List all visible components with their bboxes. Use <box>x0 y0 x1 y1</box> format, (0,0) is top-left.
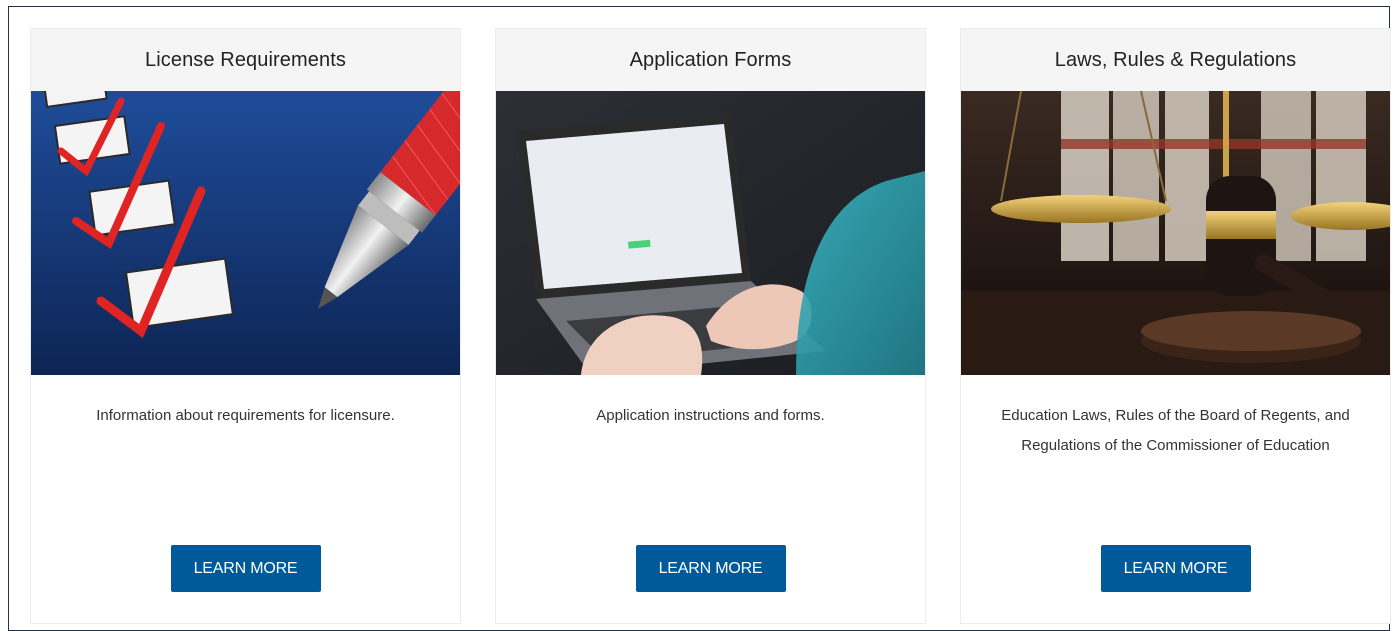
gavel-scales-image <box>961 91 1390 375</box>
card-title: License Requirements <box>31 29 460 91</box>
card-laws-rules-regulations: Laws, Rules & Regulations Education Laws… <box>960 28 1391 624</box>
learn-more-button[interactable]: LEARN MORE <box>1100 545 1251 592</box>
learn-more-button[interactable]: LEARN MORE <box>635 545 786 592</box>
laptop-typing-image <box>496 91 925 375</box>
card-title: Application Forms <box>496 29 925 91</box>
card-description: Application instructions and forms. <box>596 407 825 424</box>
card-title: Laws, Rules & Regulations <box>961 29 1390 91</box>
learn-more-button[interactable]: LEARN MORE <box>170 545 321 592</box>
card-application-forms: Application Forms Application instructio… <box>495 28 926 624</box>
card-license-requirements: License Requirements Information about r… <box>30 28 461 624</box>
card-description: Information about requirements for licen… <box>96 407 395 424</box>
card-description: Education Laws, Rules of the Board of Re… <box>1001 407 1350 454</box>
checklist-pen-image <box>31 91 460 375</box>
